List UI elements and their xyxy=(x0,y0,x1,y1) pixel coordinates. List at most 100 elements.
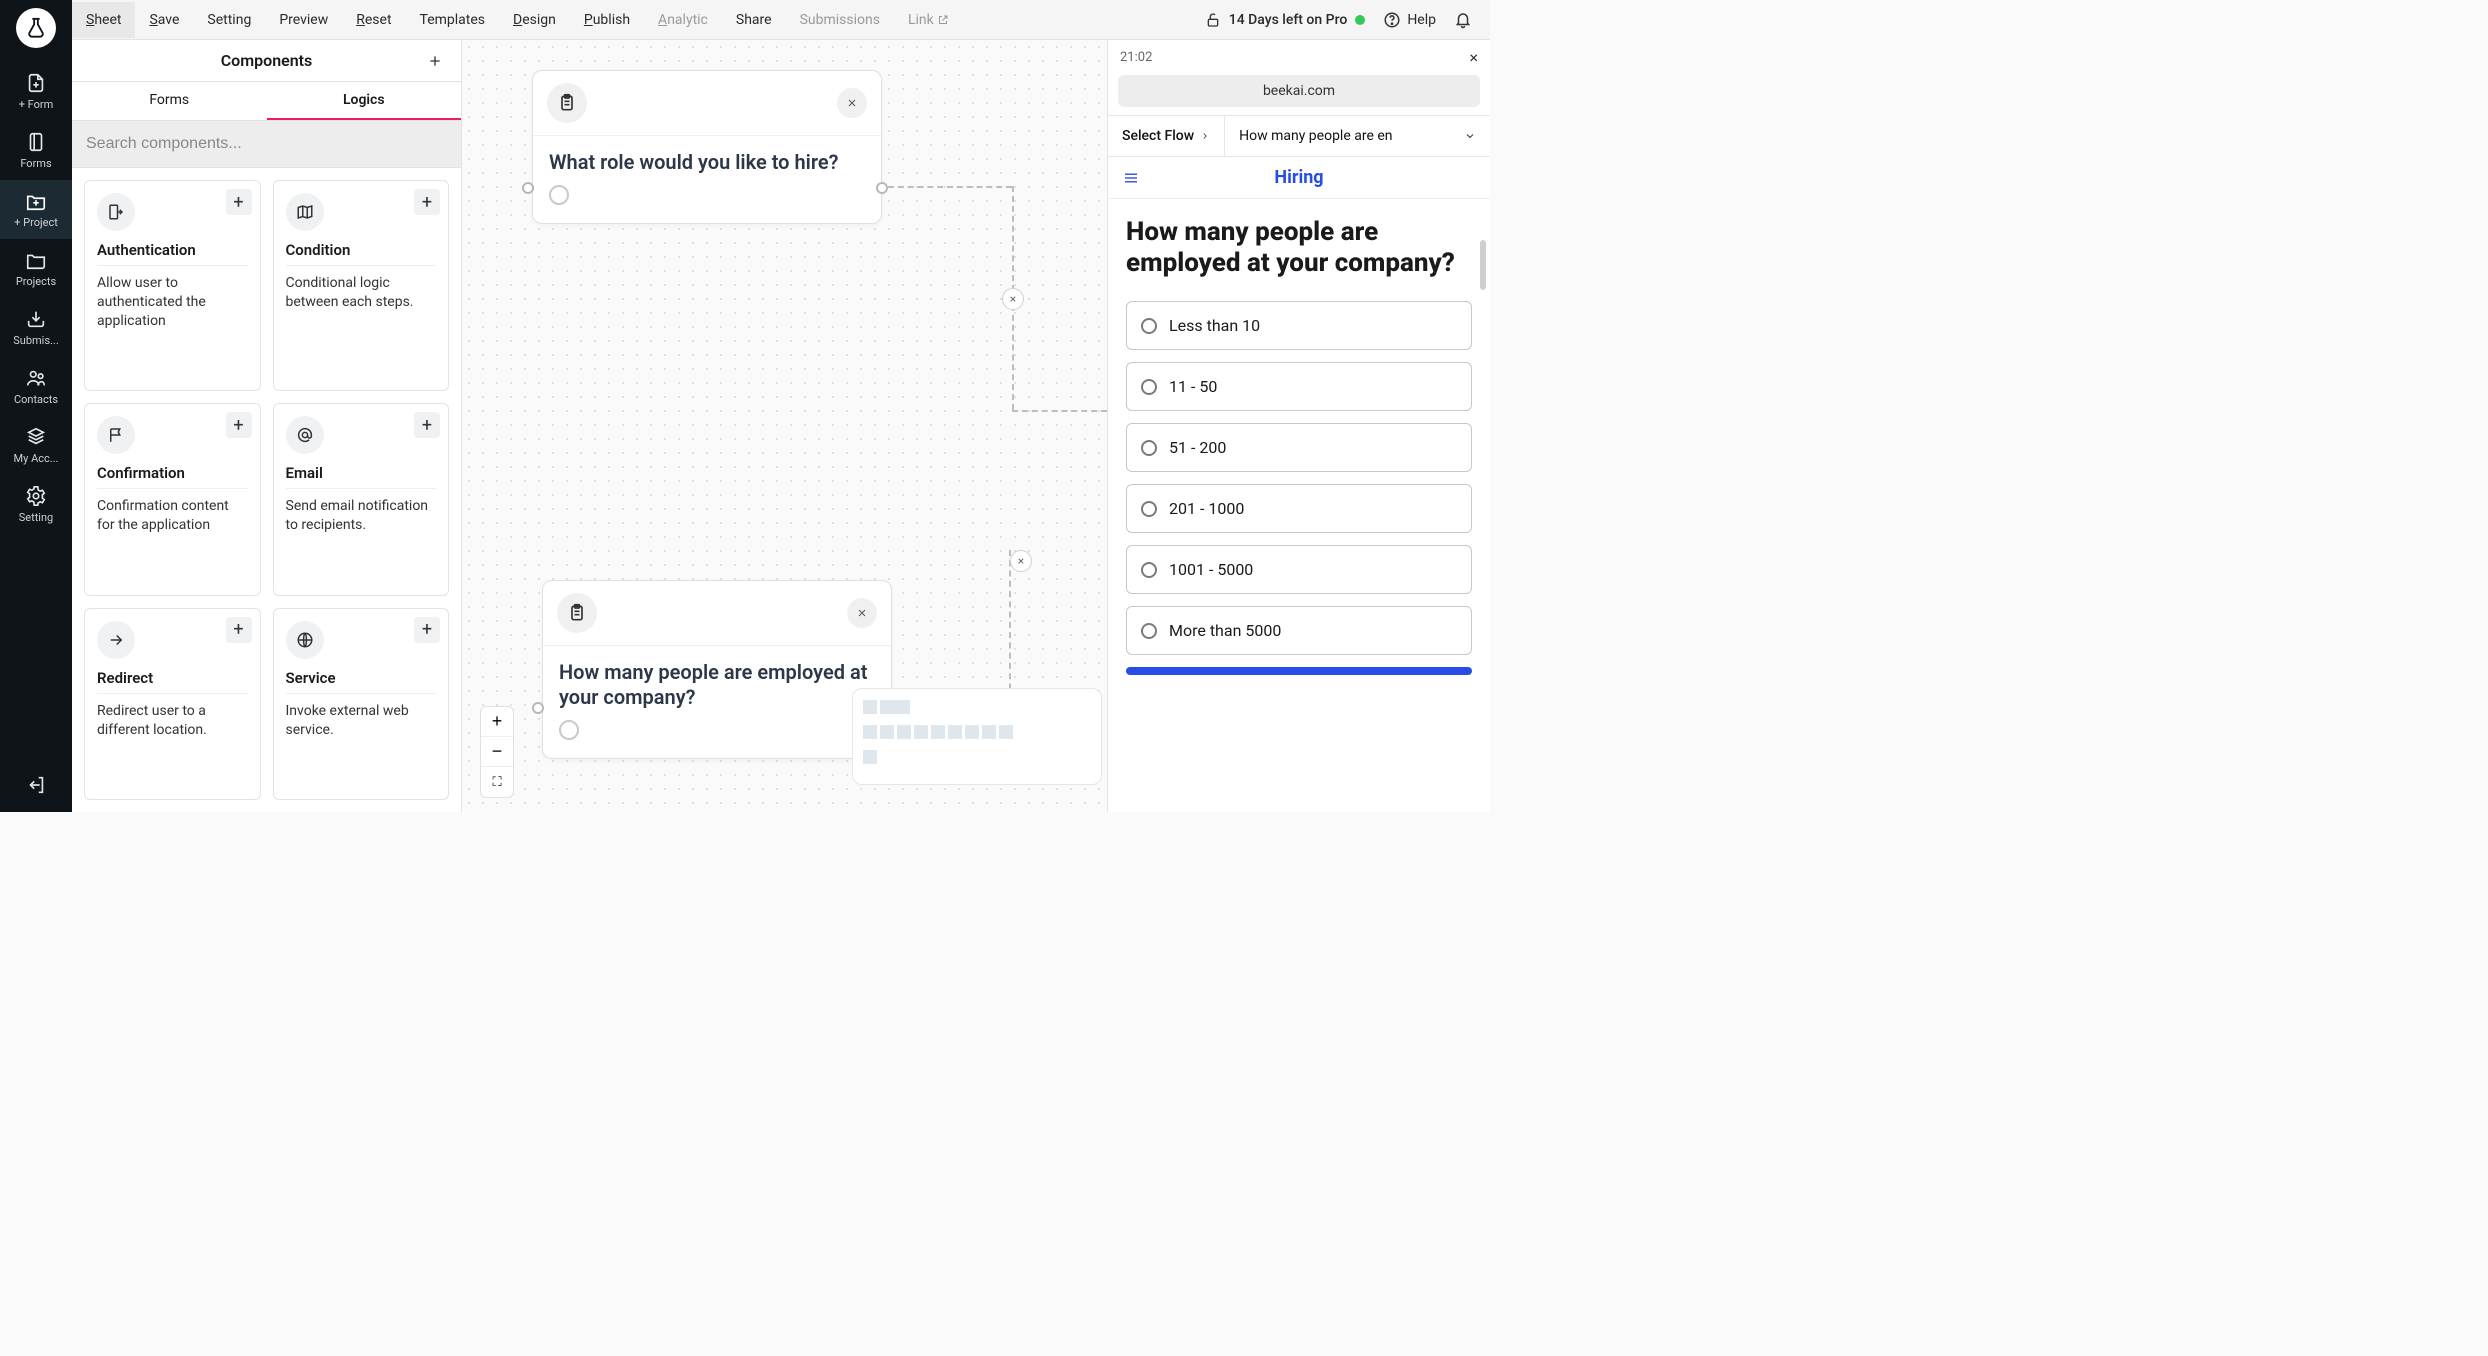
card-add-button[interactable]: + xyxy=(226,412,252,438)
card-add-button[interactable]: + xyxy=(414,412,440,438)
menu-publish[interactable]: Publish xyxy=(570,2,644,38)
sidebar-item-new-form[interactable]: + Form xyxy=(0,62,72,121)
hamburger-icon[interactable] xyxy=(1122,169,1140,187)
card-add-button[interactable]: + xyxy=(226,189,252,215)
arrow-right-icon xyxy=(97,621,135,659)
menu-analytic[interactable]: Analytic xyxy=(644,2,722,38)
connection-delete-button[interactable]: × xyxy=(1010,550,1032,572)
workspace: Components Forms Logics + Authentication xyxy=(72,40,1490,812)
preview-submit-button[interactable] xyxy=(1126,667,1472,675)
node-title: What role would you like to hire? xyxy=(533,136,881,181)
scrollbar-thumb[interactable] xyxy=(1480,240,1486,290)
component-email[interactable]: + Email Send email notification to recip… xyxy=(273,403,450,595)
menu-link[interactable]: Link xyxy=(894,2,963,38)
components-grid: + Authentication Allow user to authentic… xyxy=(72,168,461,812)
at-sign-icon xyxy=(286,416,324,454)
option-label: 201 - 1000 xyxy=(1169,499,1244,518)
canvas[interactable]: What role would you like to hire? × × xyxy=(462,40,1107,812)
card-add-button[interactable]: + xyxy=(226,617,252,643)
connection-delete-button[interactable]: × xyxy=(1002,288,1024,310)
node-input-port[interactable] xyxy=(522,182,534,194)
component-redirect[interactable]: + Redirect Redirect user to a different … xyxy=(84,608,261,800)
option-51-200[interactable]: 51 - 200 xyxy=(1126,423,1472,472)
sidebar-label: Submis... xyxy=(2,334,70,347)
zoom-in-button[interactable]: + xyxy=(481,707,513,737)
canvas-node-headcount[interactable]: How many people are employed at your com… xyxy=(542,580,892,759)
component-confirmation[interactable]: + Confirmation Confirmation content for … xyxy=(84,403,261,595)
menu-design[interactable]: Design xyxy=(499,2,570,38)
sidebar-item-contacts[interactable]: Contacts xyxy=(0,357,72,416)
add-component-button[interactable] xyxy=(423,49,447,73)
radio-icon xyxy=(1141,501,1157,517)
components-panel: Components Forms Logics + Authentication xyxy=(72,40,462,812)
option-1001-5000[interactable]: 1001 - 5000 xyxy=(1126,545,1472,594)
tab-logics[interactable]: Logics xyxy=(267,82,462,120)
preview-time: 21:02 xyxy=(1120,50,1152,65)
unlock-icon xyxy=(1205,12,1221,28)
sidebar-label: My Acc... xyxy=(2,452,70,465)
components-tabs: Forms Logics xyxy=(72,82,461,121)
clipboard-icon xyxy=(547,83,587,123)
sidebar-item-setting[interactable]: Setting xyxy=(0,475,72,534)
preview-close-button[interactable]: × xyxy=(1469,48,1478,67)
node-input-port[interactable] xyxy=(532,702,544,714)
zoom-controls: + − ⛶ xyxy=(480,706,514,798)
clipboard-icon xyxy=(557,593,597,633)
menu-share[interactable]: Share xyxy=(722,2,786,38)
sidebar-item-account[interactable]: My Acc... xyxy=(0,416,72,475)
topbar-right: 14 Days left on Pro Help xyxy=(1205,11,1480,29)
search-input[interactable] xyxy=(72,121,461,168)
component-condition[interactable]: + Condition Conditional logic between ea… xyxy=(273,180,450,391)
sidebar-label: Projects xyxy=(2,275,70,288)
tab-forms[interactable]: Forms xyxy=(72,82,267,120)
sidebar-item-projects[interactable]: Projects xyxy=(0,239,72,298)
preview-address-bar[interactable]: beekai.com xyxy=(1118,75,1480,107)
node-option xyxy=(533,181,881,223)
card-add-button[interactable]: + xyxy=(414,617,440,643)
app-logo[interactable] xyxy=(16,8,56,48)
option-label: 11 - 50 xyxy=(1169,377,1217,396)
node-output-port[interactable] xyxy=(876,182,888,194)
menu-setting[interactable]: Setting xyxy=(193,2,265,38)
node-close-button[interactable] xyxy=(837,88,867,118)
menu-reset[interactable]: Reset xyxy=(342,2,405,38)
option-201-1000[interactable]: 201 - 1000 xyxy=(1126,484,1472,533)
left-sidebar: + Form Forms + Project Projects Submis..… xyxy=(0,0,72,812)
option-11-50[interactable]: 11 - 50 xyxy=(1126,362,1472,411)
menu-save[interactable]: Save xyxy=(135,2,193,38)
radio-icon xyxy=(1141,379,1157,395)
zoom-fit-button[interactable]: ⛶ xyxy=(481,767,513,797)
card-desc: Send email notification to recipients. xyxy=(286,497,437,535)
sidebar-label: + Project xyxy=(2,216,70,229)
option-less-than-10[interactable]: Less than 10 xyxy=(1126,301,1472,350)
main-column: Sheet Save Setting Preview Reset Templat… xyxy=(72,0,1490,812)
sidebar-exit[interactable] xyxy=(25,760,47,812)
flow-dropdown[interactable]: How many people are en xyxy=(1224,116,1490,156)
node-close-button[interactable] xyxy=(847,598,877,628)
menu-sheet[interactable]: Sheet xyxy=(72,2,135,38)
sidebar-item-forms[interactable]: Forms xyxy=(0,121,72,180)
help-button[interactable]: Help xyxy=(1383,11,1436,29)
sidebar-item-submissions[interactable]: Submis... xyxy=(0,298,72,357)
trial-status[interactable]: 14 Days left on Pro xyxy=(1205,12,1366,28)
menu-templates[interactable]: Templates xyxy=(406,2,500,38)
card-add-button[interactable]: + xyxy=(414,189,440,215)
menu-preview[interactable]: Preview xyxy=(265,2,342,38)
menu-submissions[interactable]: Submissions xyxy=(786,2,894,38)
option-more-than-5000[interactable]: More than 5000 xyxy=(1126,606,1472,655)
radio-icon xyxy=(1141,623,1157,639)
component-service[interactable]: + Service Invoke external web service. xyxy=(273,608,450,800)
select-flow-button[interactable]: Select Flow xyxy=(1108,116,1224,156)
option-label: More than 5000 xyxy=(1169,621,1281,640)
canvas-node-role[interactable]: What role would you like to hire? xyxy=(532,70,882,224)
component-authentication[interactable]: + Authentication Allow user to authentic… xyxy=(84,180,261,391)
zoom-out-button[interactable]: − xyxy=(481,737,513,767)
radio-icon xyxy=(1141,318,1157,334)
canvas-ghost-node[interactable] xyxy=(852,688,1102,785)
sidebar-item-new-project[interactable]: + Project xyxy=(0,180,72,239)
flag-icon xyxy=(97,416,135,454)
card-desc: Allow user to authenticated the applicat… xyxy=(97,274,248,331)
notifications-button[interactable] xyxy=(1454,11,1472,29)
node-option xyxy=(543,716,891,758)
exit-door-icon xyxy=(97,193,135,231)
